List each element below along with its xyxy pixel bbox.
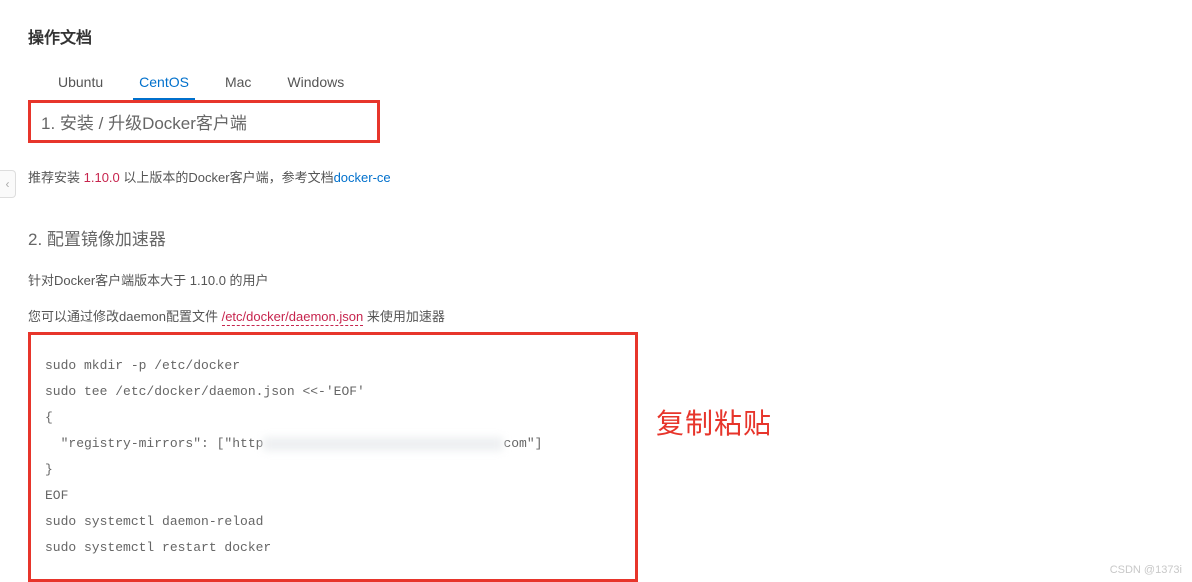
code-line: } [45, 462, 53, 477]
tab-windows[interactable]: Windows [269, 66, 362, 100]
section2-heading: 2. 配置镜像加速器 [28, 225, 1164, 250]
code-line: sudo mkdir -p /etc/docker [45, 358, 240, 373]
section1-paragraph: 推荐安装 1.10.0 以上版本的Docker客户端，参考文档docker-ce [28, 167, 1164, 189]
section1-text-prefix: 推荐安装 [28, 170, 84, 185]
code-line: "registry-mirrors": ["http [45, 436, 263, 451]
code-highlight-box: sudo mkdir -p /etc/docker sudo tee /etc/… [28, 332, 638, 582]
section1-heading: 1. 安装 / 升级Docker客户端 [41, 109, 367, 134]
code-line: sudo systemctl daemon-reload [45, 514, 263, 529]
section2-para2-prefix: 您可以通过修改daemon配置文件 [28, 309, 222, 324]
tab-ubuntu[interactable]: Ubuntu [40, 66, 121, 100]
code-line: com"] [503, 436, 542, 451]
chevron-left-icon: ‹ [6, 177, 10, 191]
page-title: 操作文档 [0, 0, 1192, 66]
section2-para2-suffix: 来使用加速器 [363, 309, 445, 324]
code-line: { [45, 410, 53, 425]
section2-para1: 针对Docker客户端版本大于 1.10.0 的用户 [28, 270, 1164, 292]
watermark: CSDN @1373i [1110, 564, 1182, 576]
docker-ce-link[interactable]: docker-ce [334, 170, 391, 185]
section1-version: 1.10.0 [84, 170, 120, 185]
redacted-url [263, 437, 503, 451]
section1-highlight-box: 1. 安装 / 升级Docker客户端 [28, 100, 380, 143]
code-line: sudo systemctl restart docker [45, 540, 271, 555]
collapse-handle[interactable]: ‹ [0, 170, 16, 198]
tab-centos[interactable]: CentOS [121, 66, 207, 100]
tab-mac[interactable]: Mac [207, 66, 269, 100]
os-tabs: Ubuntu CentOS Mac Windows [0, 66, 1192, 100]
code-block[interactable]: sudo mkdir -p /etc/docker sudo tee /etc/… [45, 353, 621, 561]
copy-paste-annotation: 复制粘贴 [656, 402, 772, 442]
code-line: EOF [45, 488, 68, 503]
section1-text-mid: 以上版本的Docker客户端，参考文档 [120, 170, 334, 185]
daemon-json-path: /etc/docker/daemon.json [222, 309, 364, 326]
section2-para2: 您可以通过修改daemon配置文件 /etc/docker/daemon.jso… [28, 306, 1164, 328]
code-line: sudo tee /etc/docker/daemon.json <<-'EOF… [45, 384, 365, 399]
